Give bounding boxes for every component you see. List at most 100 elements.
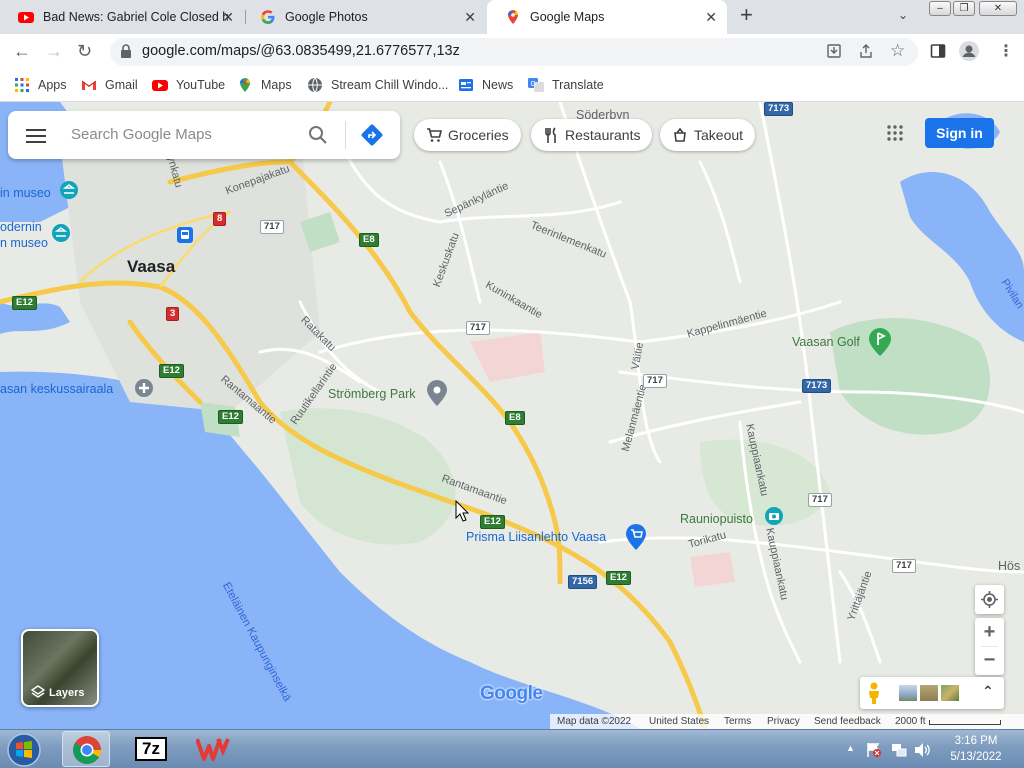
- zoom-out-button[interactable]: −: [975, 647, 1004, 675]
- my-location-button[interactable]: [975, 585, 1004, 614]
- show-hidden-icons-icon[interactable]: ▲: [846, 743, 855, 753]
- hamburger-menu-icon[interactable]: [26, 128, 46, 144]
- bookmark-label: Translate: [552, 78, 604, 92]
- search-input[interactable]: Search Google Maps: [71, 126, 212, 143]
- place-label-rauniopuisto[interactable]: Rauniopuisto: [680, 512, 753, 526]
- museum-pin-icon[interactable]: [50, 222, 72, 244]
- taskbar-chrome-button[interactable]: [62, 731, 110, 767]
- profile-avatar-icon[interactable]: [959, 41, 979, 61]
- fork-knife-icon: [545, 127, 556, 143]
- golf-pin-icon[interactable]: [868, 328, 892, 356]
- tab-youtube-video[interactable]: Bad News: Gabriel Cole Closed his... ✕: [0, 0, 244, 34]
- satellite-thumbnail[interactable]: [941, 685, 959, 701]
- road-shield: 3: [166, 307, 180, 321]
- place-label-hos[interactable]: Hös: [998, 559, 1020, 573]
- mouse-cursor-icon: [455, 500, 469, 522]
- camera-pin-icon[interactable]: [763, 505, 785, 527]
- search-divider: [345, 121, 346, 149]
- bookmark-youtube[interactable]: YouTube: [152, 77, 225, 93]
- terrain-thumbnail[interactable]: [920, 685, 938, 701]
- forward-arrow-icon[interactable]: →: [45, 42, 63, 60]
- road-shield: 7173: [802, 379, 832, 393]
- road-shield: E12: [480, 515, 505, 529]
- layers-button[interactable]: Layers: [21, 629, 99, 707]
- search-icon[interactable]: [308, 125, 328, 145]
- shopping-cart-pin-icon[interactable]: [625, 524, 647, 550]
- scale-bar[interactable]: [929, 720, 1001, 725]
- install-app-icon[interactable]: [826, 43, 842, 59]
- close-window-button[interactable]: ✕: [979, 1, 1017, 16]
- svg-text:G: G: [531, 81, 536, 88]
- crosshair-icon: [981, 591, 998, 608]
- close-icon[interactable]: ✕: [705, 9, 717, 26]
- back-arrow-icon[interactable]: ←: [13, 42, 31, 60]
- place-label-modern-museo-2[interactable]: n museo: [0, 236, 48, 250]
- url-text[interactable]: google.com/maps/@63.0835499,21.6776577,1…: [142, 43, 460, 59]
- street-view-thumbnail[interactable]: [899, 685, 917, 701]
- pegman-icon[interactable]: [867, 682, 881, 704]
- takeout-bag-icon: [674, 127, 686, 142]
- tab-search-chevron-icon[interactable]: ⌄: [898, 8, 908, 22]
- directions-icon[interactable]: [360, 123, 384, 147]
- 7zip-icon[interactable]: 7z: [135, 737, 167, 761]
- tab-google-photos[interactable]: Google Photos ✕: [242, 0, 486, 34]
- country-link[interactable]: United States: [649, 716, 709, 727]
- system-clock[interactable]: 3:16 PM 5/13/2022: [946, 733, 1006, 765]
- place-label-modern-museo[interactable]: odernin: [0, 220, 42, 234]
- share-icon[interactable]: [858, 43, 874, 59]
- side-panel-icon[interactable]: [930, 43, 946, 59]
- clock-time: 3:16 PM: [954, 735, 998, 747]
- action-center-flag-icon[interactable]: [866, 742, 882, 758]
- network-icon[interactable]: [891, 742, 907, 758]
- map-canvas[interactable]: Vaasa Söderbyn in museo odernin n museo …: [0, 102, 1024, 729]
- road-shield: 717: [643, 374, 667, 388]
- place-label-hospital[interactable]: asan keskussairaala: [0, 382, 113, 396]
- volume-icon[interactable]: [914, 742, 930, 758]
- google-apps-icon[interactable]: [887, 125, 903, 141]
- tab-google-maps[interactable]: Google Maps ✕: [487, 0, 727, 34]
- attribution-bar: Map data ©2022 United States Terms Priva…: [550, 714, 1024, 729]
- reload-icon[interactable]: ↻: [77, 42, 92, 60]
- bookmark-news[interactable]: News: [458, 77, 513, 93]
- apps-grid-icon: [15, 78, 29, 92]
- bus-station-icon[interactable]: [177, 227, 193, 243]
- layers-icon: [31, 685, 45, 698]
- bookmark-gmail[interactable]: Gmail: [81, 77, 138, 93]
- bookmark-stream-chill[interactable]: Stream Chill Windo...: [307, 77, 448, 93]
- museum-pin-icon[interactable]: [58, 180, 80, 210]
- scale-label[interactable]: 2000 ft: [895, 716, 926, 727]
- tab-title: Bad News: Gabriel Cole Closed his...: [43, 10, 228, 24]
- sign-in-button[interactable]: Sign in: [925, 118, 994, 148]
- bookmark-maps[interactable]: Maps: [237, 77, 292, 93]
- close-icon[interactable]: ✕: [464, 9, 476, 26]
- zoom-in-button[interactable]: +: [975, 618, 1004, 646]
- groceries-chip[interactable]: Groceries: [414, 119, 521, 151]
- expand-chevron-icon[interactable]: ⌃: [982, 683, 994, 700]
- place-label-vaasan-golf[interactable]: Vaasan Golf: [792, 335, 860, 349]
- youtube-icon: [18, 12, 34, 23]
- lock-icon[interactable]: [120, 44, 132, 58]
- start-orb-icon[interactable]: [6, 732, 42, 768]
- close-icon[interactable]: ✕: [222, 9, 234, 26]
- city-label[interactable]: Vaasa: [127, 257, 175, 277]
- wps-icon[interactable]: [196, 736, 230, 762]
- google-logo: Google: [480, 683, 543, 704]
- hospital-pin-icon[interactable]: [133, 377, 155, 399]
- bookmark-star-icon[interactable]: ☆: [890, 41, 905, 61]
- park-pin-icon[interactable]: [426, 380, 448, 406]
- place-label-museo[interactable]: in museo: [0, 186, 51, 200]
- new-tab-button[interactable]: +: [740, 4, 753, 26]
- privacy-link[interactable]: Privacy: [767, 716, 800, 727]
- terms-link[interactable]: Terms: [724, 716, 751, 727]
- search-box[interactable]: Search Google Maps: [8, 111, 400, 159]
- minimize-button[interactable]: –: [929, 1, 951, 16]
- bookmark-apps[interactable]: Apps: [14, 77, 67, 93]
- restaurants-chip[interactable]: Restaurants: [531, 119, 653, 151]
- place-label-stromberg-park[interactable]: Strömberg Park: [328, 387, 416, 401]
- takeout-chip[interactable]: Takeout: [660, 119, 756, 151]
- send-feedback-link[interactable]: Send feedback: [814, 716, 881, 727]
- restore-button[interactable]: ❐: [953, 1, 975, 16]
- bookmark-translate[interactable]: G Translate: [528, 77, 604, 93]
- place-label-prisma[interactable]: Prisma Liisanlehto Vaasa: [466, 530, 606, 544]
- kebab-menu-icon[interactable]: ⋮: [998, 41, 1014, 61]
